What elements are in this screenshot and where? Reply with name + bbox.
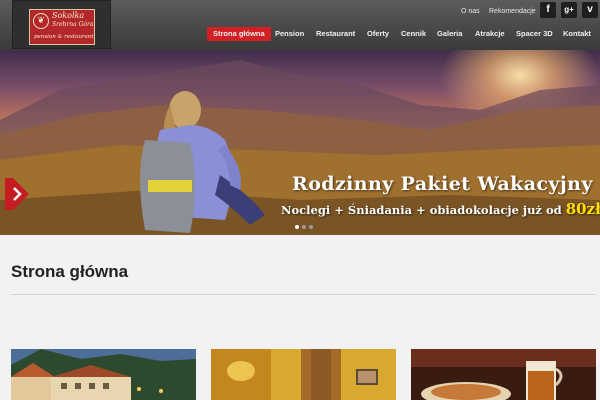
top-link-recommendations[interactable]: Rekomendacje	[489, 8, 536, 15]
room-photo	[211, 349, 396, 400]
slider-dot-2[interactable]	[302, 225, 306, 229]
logo-badge: ❦ Sokolka Srebrna Góra pension & restaur…	[29, 9, 95, 45]
hero-hiker-image	[140, 91, 265, 233]
hero-caption-text: Noclegi + Śniadania + obiadokolacje już …	[281, 200, 600, 218]
nav-item-restaurant[interactable]: Restaurant	[316, 27, 355, 41]
google-plus-icon[interactable]: g+	[561, 2, 577, 18]
title-divider	[11, 294, 596, 295]
logo-name: Sokolka	[52, 11, 85, 20]
hero-caption-offer: Noclegi + Śniadania + obiadokolacje już …	[281, 203, 566, 217]
slider-dot-1[interactable]	[295, 225, 299, 229]
facebook-icon[interactable]: f	[540, 2, 556, 18]
nav-item-pension[interactable]: Pension	[275, 27, 304, 41]
nav-item-attractions[interactable]: Atrakcje	[475, 27, 505, 41]
hero-caption-price: 80zł/os	[565, 200, 600, 218]
page-title: Strona główna	[11, 262, 129, 281]
nav-item-gallery[interactable]: Galeria	[437, 27, 462, 41]
slider-dot-3[interactable]	[309, 225, 313, 229]
nav-item-3d-walk[interactable]: Spacer 3D	[516, 27, 553, 41]
nav-item-prices[interactable]: Cennik	[401, 27, 426, 41]
nav-item-home[interactable]: Strona główna	[207, 27, 271, 41]
site-header: ❦ Sokolka Srebrna Góra pension & restaur…	[0, 0, 600, 50]
logo-emblem-icon: ❦	[33, 13, 49, 29]
nav-item-contact[interactable]: Kontakt	[563, 27, 591, 41]
nav-item-offers[interactable]: Oferty	[367, 27, 389, 41]
site-logo[interactable]: ❦ Sokolka Srebrna Góra pension & restaur…	[12, 0, 111, 49]
card-pension-image[interactable]	[11, 349, 196, 400]
hero-caption-title: Rodzinny Pakiet Wakacyjny	[292, 173, 593, 195]
pension-photo	[11, 349, 196, 400]
logo-subtitle: Srebrna Góra	[52, 21, 94, 28]
top-link-about[interactable]: O nas	[461, 8, 480, 15]
card-room-image[interactable]	[211, 349, 396, 400]
hero-slider: Rodzinny Pakiet Wakacyjny Noclegi + Śnia…	[0, 50, 600, 235]
logo-tagline: pension & restaurant	[34, 34, 94, 40]
card-restaurant-image[interactable]	[411, 349, 596, 400]
slider-next-arrow-icon[interactable]	[5, 178, 29, 210]
vimeo-icon[interactable]: v	[582, 2, 598, 18]
restaurant-photo	[411, 349, 596, 400]
